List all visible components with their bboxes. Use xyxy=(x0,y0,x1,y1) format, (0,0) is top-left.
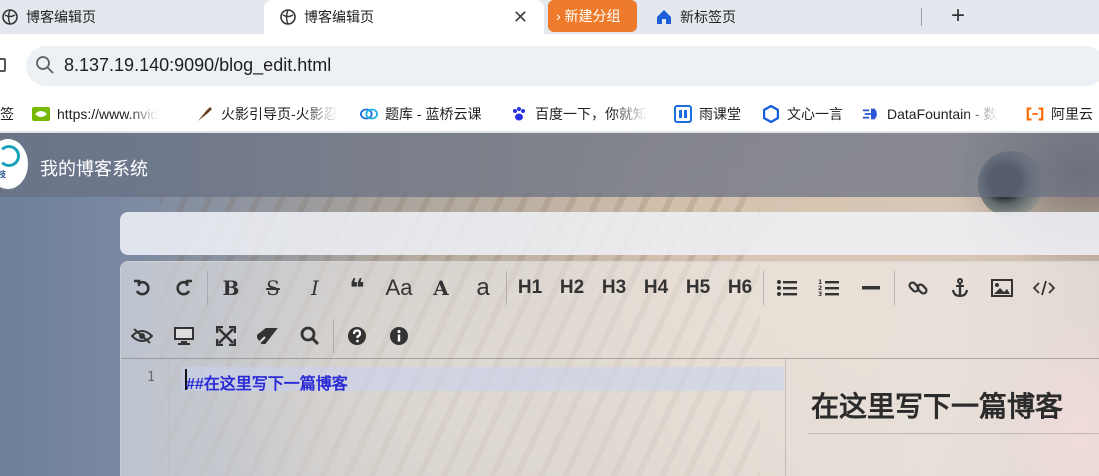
link-icon[interactable] xyxy=(897,268,939,308)
bookmark-label: DataFountain - 数 xyxy=(887,106,998,122)
tab-blog-edit-active[interactable]: 博客编辑页 ✕ xyxy=(264,0,544,34)
bookmark-naruto[interactable]: 火影引导页-火影忍 xyxy=(196,98,346,130)
logo-text: 科技 xyxy=(0,170,6,179)
image-icon[interactable] xyxy=(981,268,1023,308)
h2-button[interactable]: H2 xyxy=(551,268,593,308)
bookmark-label: 百度一下，你就知 xyxy=(535,106,647,122)
markdown-text[interactable]: ##在这里写下一篇博客 xyxy=(186,370,348,394)
house-icon xyxy=(656,9,672,25)
editor-toolbar-row-1: B S I ❝ Aa A a H1 H2 H3 H4 H5 H6 123 xyxy=(121,266,1065,310)
nvidia-icon xyxy=(32,105,50,123)
tab-new-tab-page[interactable]: 新标签页 xyxy=(652,0,912,34)
bookmark-aliyun[interactable]: 阿里云 xyxy=(1026,98,1093,130)
wenxin-icon xyxy=(762,105,780,123)
heading-underline xyxy=(808,433,1099,434)
h3-button[interactable]: H3 xyxy=(593,268,635,308)
bookmark-baidu[interactable]: 百度一下，你就知 xyxy=(510,98,658,130)
line-number: 1 xyxy=(147,370,155,385)
toolbar-divider xyxy=(506,271,507,305)
tab-strip: 博客编辑页 博客编辑页 ✕ › 新建分组 新标签页 + xyxy=(0,0,1099,34)
site-navbar: 科技 我的博客系统 xyxy=(0,133,1099,197)
quote-button[interactable]: ❝ xyxy=(336,268,378,308)
anchor-icon[interactable] xyxy=(939,268,981,308)
strikethrough-button[interactable]: S xyxy=(252,268,294,308)
bookmark-item[interactable]: 签 xyxy=(0,98,14,130)
editor-toolbar-row-2 xyxy=(121,314,420,358)
bookmarks-bar: 签 https://www.nvid 火影引导页-火影忍 题库 - 蓝桥云课 百… xyxy=(0,98,1099,132)
toolbar-divider xyxy=(333,319,334,353)
tab-title: 博客编辑页 xyxy=(26,9,96,25)
markdown-preview-pane: 在这里写下一篇博客 xyxy=(786,359,1099,476)
rain-classroom-icon xyxy=(674,105,692,123)
tab-title: 博客编辑页 xyxy=(304,9,374,25)
close-tab-icon[interactable]: ✕ xyxy=(513,7,528,28)
bookmark-label: 题库 - 蓝桥云课 xyxy=(385,106,482,122)
baidu-paw-icon xyxy=(510,105,528,123)
tab-divider xyxy=(921,8,922,26)
search-icon[interactable] xyxy=(289,316,331,356)
bookmark-datafountain[interactable]: DataFountain - 数 xyxy=(862,98,1010,130)
tab-title: 新标签页 xyxy=(680,9,736,25)
toolbar-divider xyxy=(894,271,895,305)
brush-icon xyxy=(196,105,214,123)
bookmark-label: 签 xyxy=(0,106,14,122)
bookmark-lanqiao[interactable]: 题库 - 蓝桥云课 xyxy=(360,98,481,130)
toolbar: 8.137.19.140:9090/blog_edit.html xyxy=(0,34,1099,98)
side-panel-icon[interactable] xyxy=(0,58,6,72)
line-number-gutter: 1 xyxy=(121,359,169,476)
first-letter-uppercase-button[interactable]: A xyxy=(420,268,462,308)
horizontal-rule-icon[interactable] xyxy=(850,268,892,308)
bookmark-label: 雨课堂 xyxy=(699,106,741,122)
globe-icon xyxy=(280,9,296,25)
undo-icon[interactable] xyxy=(121,268,163,308)
tab-blog-edit-1[interactable]: 博客编辑页 xyxy=(0,0,262,34)
fullscreen-icon[interactable] xyxy=(205,316,247,356)
bookmark-label: 文心一言 xyxy=(787,106,843,122)
toolbar-divider xyxy=(763,271,764,305)
active-code-line[interactable]: ##在这里写下一篇博客 xyxy=(182,367,784,394)
h4-button[interactable]: H4 xyxy=(635,268,677,308)
bookmark-rain-classroom[interactable]: 雨课堂 xyxy=(674,98,741,130)
site-title: 我的博客系统 xyxy=(40,159,148,179)
new-group-chip[interactable]: › 新建分组 xyxy=(548,0,637,32)
bookmark-wenxin[interactable]: 文心一言 xyxy=(762,98,843,130)
svg-text:3: 3 xyxy=(818,291,822,297)
preview-heading: 在这里写下一篇博客 xyxy=(811,391,1064,422)
url-text[interactable]: 8.137.19.140:9090/blog_edit.html xyxy=(64,55,331,76)
eraser-icon[interactable] xyxy=(247,316,289,356)
info-icon[interactable] xyxy=(378,316,420,356)
h1-button[interactable]: H1 xyxy=(509,268,551,308)
unordered-list-icon[interactable] xyxy=(766,268,808,308)
markdown-source-pane[interactable]: 1 ##在这里写下一篇博客 xyxy=(121,359,785,476)
preview-desktop-icon[interactable] xyxy=(163,316,205,356)
watch-toggle-icon[interactable] xyxy=(121,316,163,356)
help-icon[interactable] xyxy=(336,316,378,356)
page-viewport: 科技 我的博客系统 B S I ❝ Aa A a H1 H2 H3 H4 H xyxy=(0,133,1099,476)
h5-button[interactable]: H5 xyxy=(677,268,719,308)
search-icon xyxy=(35,55,55,80)
h6-button[interactable]: H6 xyxy=(719,268,761,308)
datafountain-icon xyxy=(862,105,880,123)
redo-icon[interactable] xyxy=(163,268,205,308)
globe-icon xyxy=(2,9,18,25)
aliyun-icon xyxy=(1026,105,1044,123)
italic-button[interactable]: I xyxy=(294,268,336,308)
lowercase-button[interactable]: a xyxy=(462,268,504,308)
markdown-editor: B S I ❝ Aa A a H1 H2 H3 H4 H5 H6 123 1 #… xyxy=(120,261,1099,476)
bookmark-label: https://www.nvid xyxy=(57,106,159,122)
code-icon[interactable] xyxy=(1023,268,1065,308)
blog-title-input[interactable] xyxy=(120,212,1099,255)
address-bar[interactable]: 8.137.19.140:9090/blog_edit.html xyxy=(26,46,1099,86)
site-logo[interactable]: 科技 xyxy=(0,139,28,189)
bookmark-label: 阿里云 xyxy=(1051,106,1093,122)
logo-ring-icon xyxy=(0,145,20,167)
new-tab-button[interactable]: + xyxy=(946,3,970,29)
uppercase-button[interactable]: Aa xyxy=(378,268,420,308)
ordered-list-icon[interactable]: 123 xyxy=(808,268,850,308)
toolbar-divider xyxy=(207,271,208,305)
bookmark-nvidia[interactable]: https://www.nvid xyxy=(32,98,180,130)
bookmark-label: 火影引导页-火影忍 xyxy=(221,106,338,122)
bold-button[interactable]: B xyxy=(210,268,252,308)
lanqiao-icon xyxy=(360,105,378,123)
